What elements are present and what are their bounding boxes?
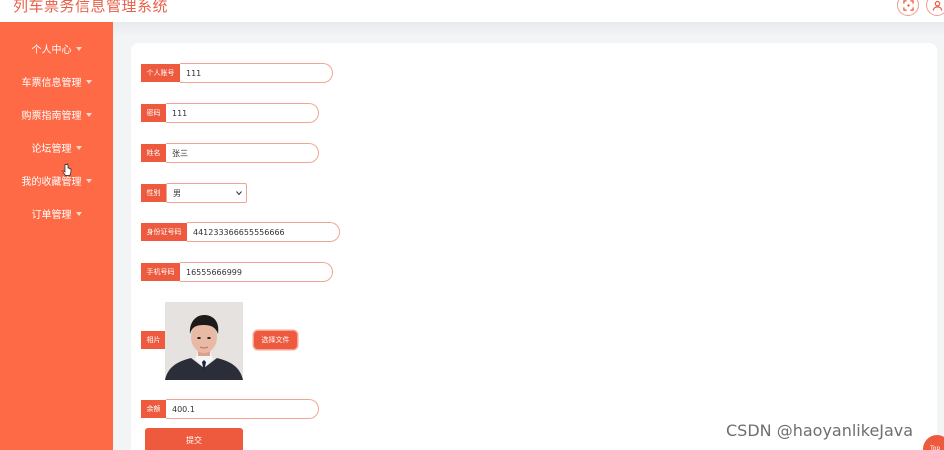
sidebar-item-personal-center[interactable]: 个人中心 [0, 37, 113, 59]
fullscreen-icon[interactable] [897, 0, 919, 16]
sidebar-item-label: 订单管理 [31, 209, 72, 221]
id-number-input[interactable]: 441233366655556666 [187, 222, 340, 242]
field-label: 余额 [141, 400, 166, 418]
field-label: 性别 [141, 184, 166, 202]
header-bar: 列车票务信息管理系统 [0, 0, 944, 22]
sidebar-item-label: 论坛管理 [31, 143, 72, 155]
choose-file-button[interactable]: 选择文件 [254, 331, 297, 349]
sidebar-item-forum[interactable]: 论坛管理 [0, 136, 113, 158]
field-label: 相片 [141, 331, 166, 349]
field-label: 姓名 [141, 144, 166, 162]
chevron-down-icon [85, 79, 92, 84]
phone-input[interactable]: 16555666999 [180, 262, 333, 282]
chevron-down-icon [75, 46, 82, 51]
balance-input[interactable]: 400.1 [166, 399, 319, 419]
submit-button[interactable]: 提交 [145, 428, 243, 450]
form-row-name: 姓名 张三 [141, 143, 319, 163]
gender-select[interactable]: 男 [166, 183, 247, 203]
field-label: 身份证号码 [141, 223, 187, 241]
form-row-balance: 余额 400.1 [141, 399, 319, 419]
field-label: 密码 [141, 104, 166, 122]
chevron-down-icon [85, 178, 92, 183]
chevron-down-icon [75, 145, 82, 150]
app-title: 列车票务信息管理系统 [13, 0, 169, 15]
field-label: 手机号码 [141, 263, 180, 281]
sidebar-item-label: 我的收藏管理 [21, 176, 82, 188]
sidebar-item-label: 购票指南管理 [21, 110, 82, 122]
form-row-gender: 性别 男 [141, 183, 247, 203]
form-row-photo: 相片 [141, 331, 166, 349]
form-row-account: 个人账号 111 [141, 63, 333, 83]
gender-select-value: 男 [173, 188, 181, 198]
form-row-password: 密码 111 [141, 103, 319, 123]
sidebar-item-favorites[interactable]: 我的收藏管理 [0, 169, 113, 191]
sidebar-item-label: 个人中心 [31, 44, 72, 56]
chevron-down-icon [75, 211, 82, 216]
sidebar-item-ticket-info[interactable]: 车票信息管理 [0, 70, 113, 92]
name-input[interactable]: 张三 [166, 143, 319, 163]
chevron-down-icon [236, 191, 242, 196]
sidebar-item-orders[interactable]: 订单管理 [0, 202, 113, 224]
tab-bar [113, 22, 944, 36]
sidebar-item-label: 车票信息管理 [21, 77, 82, 89]
chevron-down-icon [85, 112, 92, 117]
user-icon[interactable] [926, 0, 944, 16]
field-label: 个人账号 [141, 64, 180, 82]
password-input[interactable]: 111 [166, 103, 319, 123]
sidebar-item-purchase-guide[interactable]: 购票指南管理 [0, 103, 113, 125]
form-row-phone: 手机号码 16555666999 [141, 262, 333, 282]
hand-cursor-icon [62, 163, 72, 176]
account-input[interactable]: 111 [180, 63, 333, 83]
avatar-photo [165, 302, 243, 380]
form-row-id-number: 身份证号码 441233366655556666 [141, 222, 340, 242]
watermark: CSDN @haoyanlikeJava [726, 421, 914, 440]
